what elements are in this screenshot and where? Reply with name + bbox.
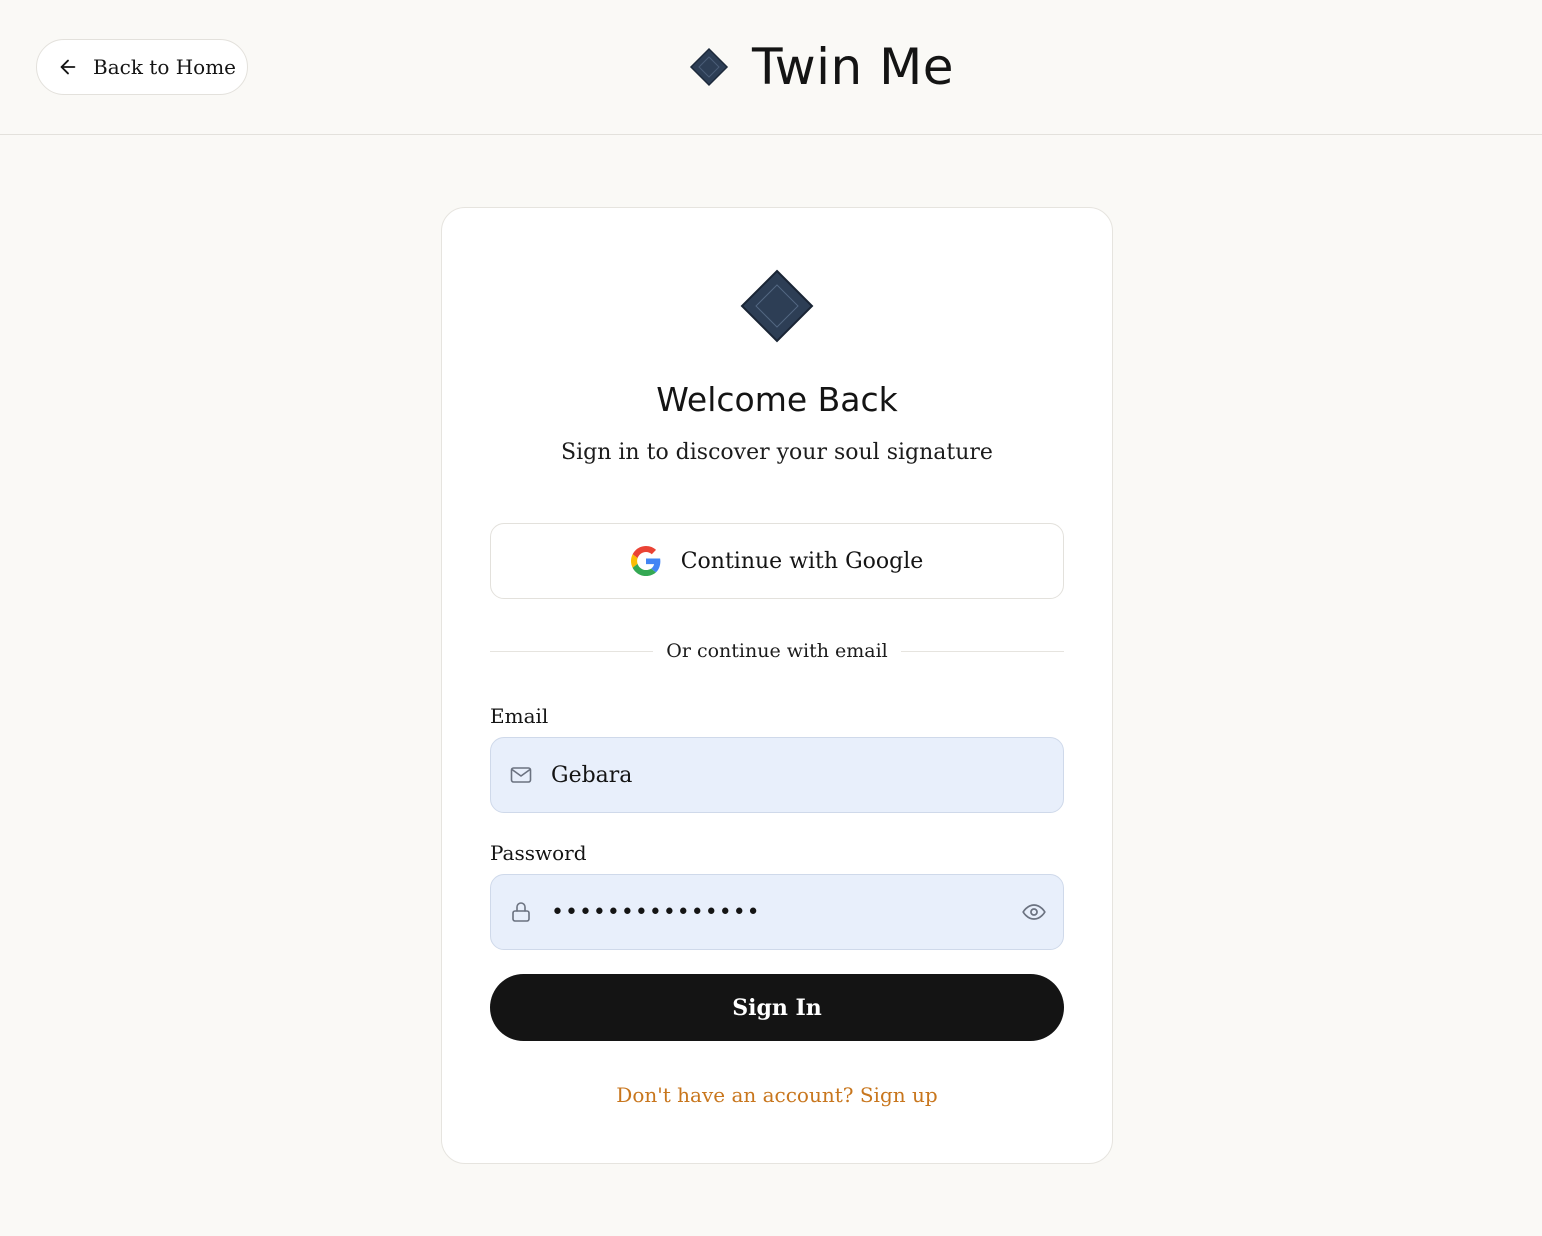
top-header: Back to Home Twin Me [0, 0, 1542, 135]
google-g-icon [630, 546, 661, 576]
sign-up-link[interactable]: Don't have an account? Sign up [442, 1083, 1112, 1107]
page-title: Welcome Back [656, 380, 898, 419]
password-input[interactable] [551, 875, 1021, 949]
email-label: Email [490, 704, 549, 728]
sign-in-label: Sign In [732, 994, 822, 1021]
divider-text: Or continue with email [666, 640, 888, 662]
divider-line-left [490, 650, 654, 652]
diamond-logo-icon [689, 47, 729, 87]
back-to-home-button[interactable]: Back to Home [36, 39, 248, 95]
google-button-label: Continue with Google [680, 548, 924, 574]
login-card: Welcome Back Sign in to discover your so… [441, 207, 1113, 1164]
email-input[interactable] [551, 738, 1063, 812]
arrow-left-icon [60, 59, 76, 75]
page-subtitle: Sign in to discover your soul signature [561, 440, 993, 465]
continue-with-google-button[interactable]: Continue with Google [490, 523, 1064, 599]
mail-icon [510, 767, 532, 783]
lock-icon [512, 902, 530, 922]
email-divider: Or continue with email [490, 636, 1065, 666]
divider-line-right [900, 650, 1065, 652]
brand-title: Twin Me [752, 38, 955, 96]
brand: Twin Me [688, 34, 954, 100]
diamond-logo-icon [740, 269, 814, 343]
password-field[interactable] [490, 874, 1064, 950]
email-field[interactable] [490, 737, 1064, 813]
sign-in-button[interactable]: Sign In [490, 974, 1064, 1041]
eye-icon[interactable] [1021, 899, 1047, 925]
password-label: Password [490, 841, 587, 865]
back-to-home-label: Back to Home [93, 55, 237, 79]
